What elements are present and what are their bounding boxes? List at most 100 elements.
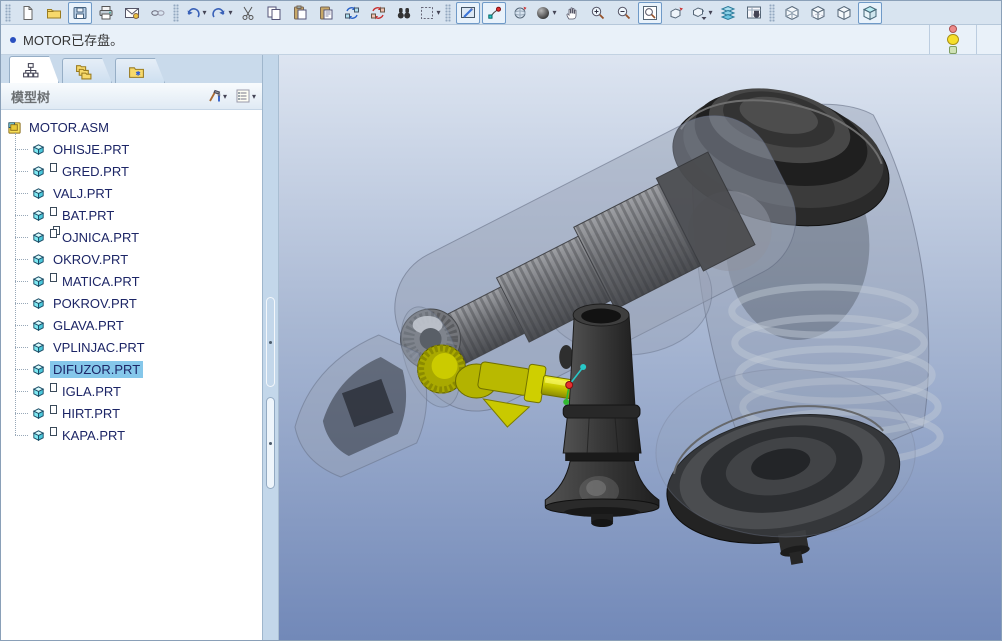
tree-item-igla-prt[interactable]: IGLA.PRT xyxy=(7,380,262,402)
tree-item-vplinjac-prt[interactable]: VPLINJAC.PRT xyxy=(7,336,262,358)
feature-flag-icon xyxy=(50,229,57,238)
wireframe-display-button[interactable] xyxy=(780,2,804,24)
orient-mode-button[interactable] xyxy=(508,2,532,24)
cut-icon xyxy=(240,5,256,21)
tree-item-kapa-prt[interactable]: KAPA.PRT xyxy=(7,424,262,446)
regeneration-status-icon[interactable] xyxy=(930,25,976,54)
render-style-button[interactable]: ▾ xyxy=(534,2,558,24)
shaded-display-button[interactable] xyxy=(858,2,882,24)
splitter-handle-bottom[interactable] xyxy=(266,397,275,489)
dropdown-arrow-icon[interactable]: ▾ xyxy=(708,8,712,17)
part-icon xyxy=(31,362,46,377)
model-tree-tools-button[interactable]: ▾ xyxy=(206,88,227,104)
status-red-light xyxy=(949,25,957,33)
main-toolbar: ▾ ▾ ▾ ▾ ▾ xyxy=(1,1,1001,25)
regenerate-manual-button[interactable] xyxy=(366,2,390,24)
zoom-out-button[interactable] xyxy=(612,2,636,24)
tree-item-glava-prt[interactable]: GLAVA.PRT xyxy=(7,314,262,336)
regenerate-icon xyxy=(344,5,360,21)
send-email-button[interactable] xyxy=(120,2,144,24)
select-filter-button[interactable]: ▾ xyxy=(418,2,442,24)
view-manager-icon xyxy=(746,5,762,21)
message-bar-spacer xyxy=(977,25,1001,54)
new-file-button[interactable] xyxy=(16,2,40,24)
print-button[interactable] xyxy=(94,2,118,24)
tree-item-label: BAT.PRT xyxy=(59,207,117,224)
pan-button[interactable] xyxy=(560,2,584,24)
tree-children: OHISJE.PRTGRED.PRT VALJ.PRT BAT.PRT OJNICA.… xyxy=(7,138,262,446)
open-file-button[interactable] xyxy=(42,2,66,24)
refit-icon xyxy=(642,5,658,21)
hidden-line-display-button[interactable] xyxy=(806,2,830,24)
tree-item-label: MATICA.PRT xyxy=(59,273,143,290)
toolbar-grip xyxy=(5,4,11,22)
copy-icon xyxy=(266,5,282,21)
regenerate-manual-icon xyxy=(370,5,386,21)
dropdown-arrow-icon[interactable]: ▾ xyxy=(228,8,232,17)
part-icon xyxy=(31,406,46,421)
tree-item-matica-prt[interactable]: MATICA.PRT xyxy=(7,270,262,292)
tree-item-ohisje-prt[interactable]: OHISJE.PRT xyxy=(7,138,262,160)
no-hidden-display-button[interactable] xyxy=(832,2,856,24)
refit-button[interactable] xyxy=(638,2,662,24)
copy-button[interactable] xyxy=(262,2,286,24)
model-tree-settings-button-icon xyxy=(235,88,251,104)
feature-flag-icon xyxy=(50,207,57,216)
tree-item-gred-prt[interactable]: GRED.PRT xyxy=(7,160,262,182)
tree-item-pokrov-prt[interactable]: POKROV.PRT xyxy=(7,292,262,314)
feature-flag-icon xyxy=(50,273,57,282)
splitter-handle-top[interactable] xyxy=(266,297,275,387)
dropdown-arrow-icon[interactable]: ▾ xyxy=(552,8,556,17)
part-icon xyxy=(31,208,46,223)
tab-folder-browser-icon xyxy=(75,63,92,80)
tree-item-ojnica-prt[interactable]: OJNICA.PRT xyxy=(7,226,262,248)
dropdown-arrow-icon[interactable]: ▾ xyxy=(252,92,256,101)
tree-item-okrov-prt[interactable]: OKROV.PRT xyxy=(7,248,262,270)
tree-item-bat-prt[interactable]: BAT.PRT xyxy=(7,204,262,226)
dropdown-arrow-icon[interactable]: ▾ xyxy=(436,8,440,17)
zoom-in-button[interactable] xyxy=(586,2,610,24)
regenerate-button[interactable] xyxy=(340,2,364,24)
part-icon xyxy=(31,340,46,355)
tab-folder-browser[interactable] xyxy=(62,58,112,83)
feature-flag-icon xyxy=(50,427,57,436)
part-icon xyxy=(31,318,46,333)
tree-item-hirt-prt[interactable]: HIRT.PRT xyxy=(7,402,262,424)
tree-item-valj-prt[interactable]: VALJ.PRT xyxy=(7,182,262,204)
3d-viewport-canvas[interactable] xyxy=(279,55,1001,641)
tab-model-tree[interactable] xyxy=(9,56,59,83)
tree-item-difuzor-prt[interactable]: DIFUZOR.PRT xyxy=(7,358,262,380)
cut-button[interactable] xyxy=(236,2,260,24)
tree-item-label: GLAVA.PRT xyxy=(50,317,127,334)
spin-center-toggle-button[interactable] xyxy=(482,2,506,24)
find-button[interactable] xyxy=(392,2,416,24)
panel-splitter[interactable] xyxy=(263,55,279,641)
save-file-button[interactable] xyxy=(68,2,92,24)
view-manager-button[interactable] xyxy=(742,2,766,24)
zoom-in-icon xyxy=(590,5,606,21)
part-icon xyxy=(31,142,46,157)
dropdown-arrow-icon[interactable]: ▾ xyxy=(223,92,227,101)
feature-flag-icon xyxy=(50,163,57,172)
paste-special-button[interactable] xyxy=(314,2,338,24)
save-file-icon xyxy=(72,5,88,21)
dropdown-arrow-icon[interactable]: ▾ xyxy=(202,8,206,17)
tab-favorites[interactable] xyxy=(115,58,165,83)
tree-item-label: IGLA.PRT xyxy=(59,383,124,400)
hidden-line-display-icon xyxy=(810,5,826,21)
graphics-area[interactable] xyxy=(279,55,1001,641)
redo-button[interactable]: ▾ xyxy=(210,2,234,24)
tree-item-label: VALJ.PRT xyxy=(50,185,115,202)
paste-button[interactable] xyxy=(288,2,312,24)
wireframe-display-icon xyxy=(784,5,800,21)
link-button[interactable] xyxy=(146,2,170,24)
tree-item-label: OKROV.PRT xyxy=(50,251,131,268)
undo-button[interactable]: ▾ xyxy=(184,2,208,24)
repaint-button[interactable] xyxy=(456,2,480,24)
tree-item-motor-asm[interactable]: MOTOR.ASM xyxy=(7,116,262,138)
reorient-view-button[interactable] xyxy=(664,2,688,24)
repaint-icon xyxy=(460,5,476,21)
model-tree-settings-button[interactable]: ▾ xyxy=(235,88,256,104)
layers-button[interactable] xyxy=(716,2,740,24)
saved-views-button[interactable]: ▾ xyxy=(690,2,714,24)
